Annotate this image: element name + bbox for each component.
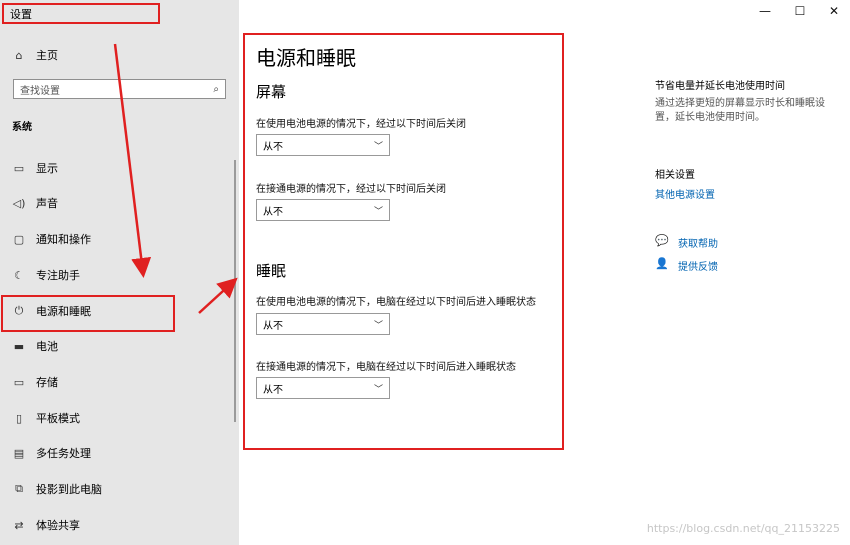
sidebar-item-display[interactable]: ▭ 显示 [10,157,230,179]
sidebar-item-sound[interactable]: ◁) 声音 [10,192,230,214]
search-icon[interactable]: ⌕ [213,84,219,95]
focus-assist-icon: ☾ [14,268,24,282]
section-label-system: 系统 [12,122,32,133]
tablet-mode-icon: ▯ [15,411,23,425]
close-button[interactable]: ✕ [824,4,844,18]
search-placeholder: 查找设置 [20,85,60,97]
nav-home[interactable]: ⌂ 主页 [10,44,230,66]
nav-home-label: 主页 [36,49,58,62]
sidebar-item-label: 通知和操作 [36,233,91,246]
notification-icon: ▢ [13,232,25,246]
sidebar-item-project[interactable]: ⧉ 投影到此电脑 [10,478,230,500]
help-icon: 💬 [655,234,669,247]
sidebar-item-label: 声音 [36,197,58,210]
project-icon: ⧉ [15,482,23,495]
sidebar-item-storage[interactable]: ▭ 存储 [10,371,230,393]
home-icon: ⌂ [15,48,23,62]
related-settings-title: 相关设置 [655,170,695,181]
sidebar-item-label: 存储 [36,376,58,389]
sidebar-item-battery[interactable]: ▬ 电池 [10,335,230,357]
annotation-box-title [2,3,160,24]
display-icon: ▭ [13,161,25,175]
watermark: https://blog.csdn.net/qq_21153225 [646,522,840,535]
battery-icon: ▬ [13,339,25,353]
sidebar-item-label: 平板模式 [36,412,80,425]
sidebar-item-label: 显示 [36,162,58,175]
sidebar-item-label: 电池 [36,340,58,353]
sidebar-item-shared-experience[interactable]: ⇄ 体验共享 [10,514,230,536]
sidebar-item-label: 体验共享 [36,519,80,532]
sound-icon: ◁) [12,196,26,210]
multitasking-icon: ▤ [13,446,25,460]
sidebar-item-label: 专注助手 [36,269,80,282]
sidebar-scrollbar[interactable] [234,160,236,422]
sidebar-item-notifications[interactable]: ▢ 通知和操作 [10,228,230,250]
sidebar-item-tablet-mode[interactable]: ▯ 平板模式 [10,407,230,429]
sidebar-item-focus-assist[interactable]: ☾ 专注助手 [10,264,230,286]
tip-description: 通过选择更短的屏幕显示时长和睡眠设置，延长电池使用时间。 [655,98,825,123]
sidebar-item-multitasking[interactable]: ▤ 多任务处理 [10,442,230,464]
sidebar-item-label: 多任务处理 [36,447,91,460]
maximize-button[interactable]: ☐ [790,4,810,18]
other-power-settings-link[interactable]: 其他电源设置 [655,186,715,201]
tip-title: 节省电量并延长电池使用时间 [655,81,785,92]
annotation-box-power-sleep [1,295,175,332]
annotation-box-content [243,33,564,450]
feedback-icon: 👤 [655,257,669,270]
minimize-button[interactable]: — [755,4,775,18]
sidebar-item-label: 投影到此电脑 [36,483,102,496]
shared-experience-icon: ⇄ [14,518,24,532]
search-input[interactable]: 查找设置 ⌕ [13,79,226,99]
sidebar: 设置 ⌂ 主页 查找设置 ⌕ 系统 ▭ 显示 ◁) 声音 ▢ 通知和操作 ☾ 专… [0,0,239,545]
storage-icon: ▭ [13,375,25,389]
get-help-link[interactable]: 获取帮助 [678,235,718,250]
give-feedback-link[interactable]: 提供反馈 [678,258,718,273]
